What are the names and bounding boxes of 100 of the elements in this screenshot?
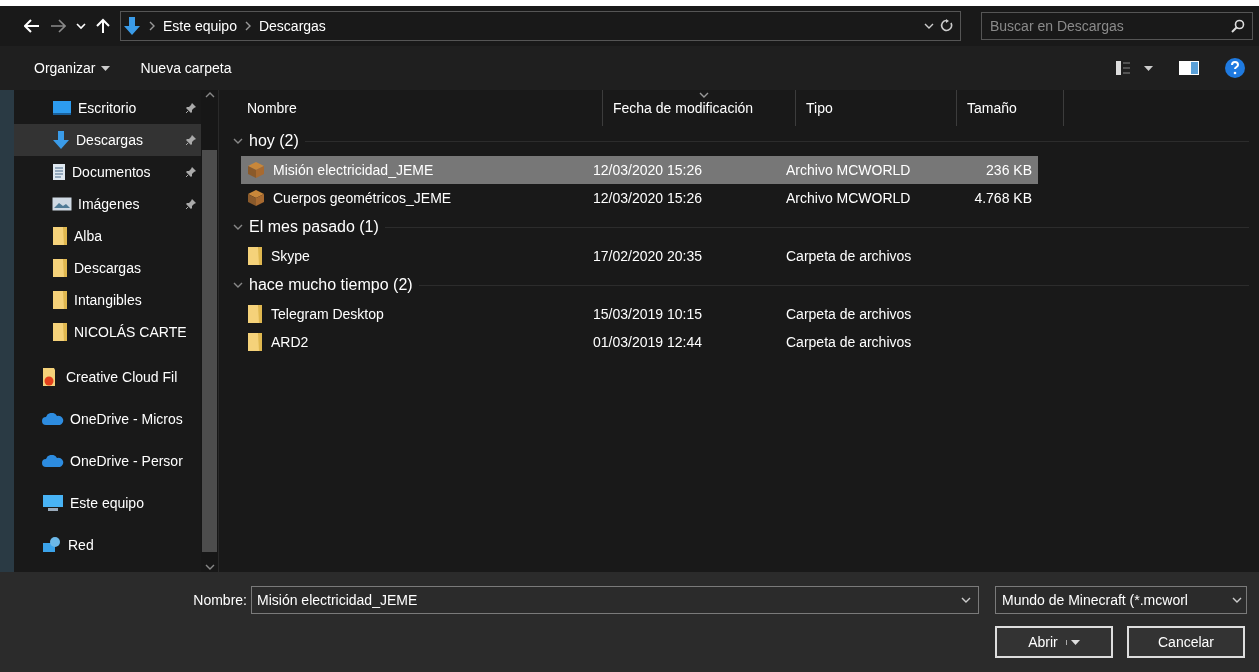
sidebar-item[interactable]: Red	[14, 524, 201, 566]
refresh-icon[interactable]	[940, 19, 954, 33]
name-label: Nombre:	[193, 592, 247, 608]
file-name: Skype	[271, 248, 310, 264]
file-name: Cuerpos geométricos_JEME	[273, 190, 452, 206]
folder-icon	[52, 322, 68, 342]
download-icon	[123, 16, 141, 36]
type-cell-text: Archivo MCWORLD	[786, 190, 912, 206]
folder-icon	[52, 258, 68, 278]
group-toggle[interactable]	[233, 280, 243, 290]
sidebar-item[interactable]: Descargas	[14, 124, 201, 156]
sidebar-item[interactable]: Documentos	[14, 156, 201, 188]
chevron-icon	[233, 222, 243, 232]
date-cell-text: 12/03/2020 15:26	[593, 162, 703, 178]
sidebar-item[interactable]: Escritorio	[14, 92, 201, 124]
sidebar-item[interactable]: Alba	[14, 220, 201, 252]
group-title: El mes pasado (1)	[249, 218, 379, 236]
folder-icon	[52, 226, 68, 246]
file-type-dropdown[interactable]: Mundo de Minecraft (*.mcworl	[995, 586, 1247, 614]
caret-icon	[101, 65, 111, 71]
computer-icon	[42, 494, 64, 512]
scrollbar[interactable]	[201, 90, 218, 572]
sidebar-item[interactable]: Creative Cloud Fil	[14, 356, 201, 398]
caret-icon	[1070, 639, 1080, 645]
folder-icon	[52, 290, 68, 310]
help-icon[interactable]	[1225, 58, 1245, 78]
address-bar[interactable]: Este equipo Descargas	[120, 11, 961, 41]
file-name: ARD2	[271, 334, 309, 350]
file-row[interactable]: Skype 17/02/2020 20:35 Carpeta de archivos	[241, 242, 1038, 270]
folder-icon	[247, 332, 263, 352]
type-cell-text: Carpeta de archivos	[786, 306, 913, 322]
sidebar-item[interactable]: Imágenes	[14, 188, 201, 220]
back-button[interactable]	[24, 19, 40, 33]
type-cell-text: Carpeta de archivos	[786, 334, 913, 350]
date-cell-text: 01/03/2019 12:44	[593, 334, 703, 350]
dropdown-icon	[1232, 595, 1242, 605]
sidebar-item[interactable]: Descargas	[14, 252, 201, 284]
sidebar-item[interactable]: OneDrive - Micros	[14, 398, 201, 440]
size-cell-text: 4.768 KB	[973, 190, 1033, 206]
pin-icon	[185, 198, 197, 210]
search-field[interactable]: Buscar en Descargas	[981, 12, 1253, 40]
date-cell-text: 12/03/2020 15:26	[593, 190, 703, 206]
image-icon	[52, 197, 72, 211]
view-options-button[interactable]	[1116, 61, 1153, 75]
breadcrumb-item[interactable]: Este equipo	[163, 18, 237, 34]
type-cell-text: Carpeta de archivos	[786, 248, 913, 264]
sidebar-item[interactable]: NICOLÁS CARTE	[14, 316, 201, 348]
search-icon	[1231, 19, 1245, 33]
dropdown-icon	[961, 595, 971, 605]
scroll-down-icon	[204, 562, 215, 572]
size-cell-text: 236 KB	[985, 162, 1033, 178]
group-toggle[interactable]	[233, 136, 243, 146]
recent-locations-button[interactable]	[76, 22, 86, 30]
folder-icon	[247, 304, 263, 324]
date-cell-text: 17/02/2020 20:35	[593, 248, 703, 264]
block-icon	[247, 161, 265, 179]
file-row[interactable]: Cuerpos geométricos_JEME 12/03/2020 15:26 Archivo MCWORLD 4.768 KB	[241, 184, 1038, 212]
group-title: hoy (2)	[249, 132, 299, 150]
column-header[interactable]: Tipo	[796, 90, 957, 126]
file-row[interactable]: ARD2 01/03/2019 12:44 Carpeta de archivos	[241, 328, 1038, 356]
chevron-icon	[233, 280, 243, 290]
chevron-right-icon	[147, 21, 157, 31]
group-title: hace mucho tiempo (2)	[249, 276, 413, 294]
file-row[interactable]: Telegram Desktop 15/03/2019 10:15 Carpeta de archivos	[241, 300, 1038, 328]
caret-icon	[1144, 65, 1153, 71]
type-cell-text: Archivo MCWORLD	[786, 162, 912, 178]
sidebar-item[interactable]: Intangibles	[14, 284, 201, 316]
chevron-down-icon	[924, 21, 934, 31]
file-name: Misión electricidad_JEME	[273, 162, 434, 178]
pin-icon	[185, 102, 197, 114]
date-cell-text: 15/03/2019 10:15	[593, 306, 703, 322]
open-button[interactable]: Abrir	[995, 626, 1113, 658]
block-icon	[247, 189, 265, 207]
organize-button[interactable]: Organizar	[34, 60, 111, 76]
preview-pane-icon[interactable]	[1179, 61, 1199, 75]
document-icon	[52, 163, 66, 181]
cancel-button[interactable]: Cancelar	[1127, 626, 1245, 658]
column-header[interactable]: Tamaño	[957, 90, 1064, 126]
column-header[interactable]: Nombre	[237, 90, 603, 126]
file-name: Telegram Desktop	[271, 306, 384, 322]
scroll-up-icon	[204, 90, 215, 100]
file-name-field[interactable]: Misión electricidad_JEME	[251, 586, 979, 614]
network-icon	[42, 536, 62, 554]
cloud-icon	[42, 455, 64, 467]
desktop-icon	[52, 100, 72, 116]
new-folder-button[interactable]: Nueva carpeta	[140, 60, 232, 76]
file-row[interactable]: Misión electricidad_JEME 12/03/2020 15:26 Archivo MCWORLD 236 KB	[241, 156, 1038, 184]
chevron-icon	[233, 136, 243, 146]
sidebar-item[interactable]: OneDrive - Persor	[14, 440, 201, 482]
group-toggle[interactable]	[233, 222, 243, 232]
up-button[interactable]	[96, 18, 110, 34]
sort-icon	[699, 90, 709, 100]
column-header[interactable]: Fecha de modificación	[603, 90, 796, 126]
cloud-icon	[42, 413, 64, 425]
sidebar-item[interactable]: Este equipo	[14, 482, 201, 524]
forward-button[interactable]	[50, 19, 66, 33]
breadcrumb-item[interactable]: Descargas	[258, 18, 326, 34]
folder-icon	[247, 246, 263, 266]
download-icon	[52, 130, 70, 150]
pin-icon	[185, 166, 197, 178]
